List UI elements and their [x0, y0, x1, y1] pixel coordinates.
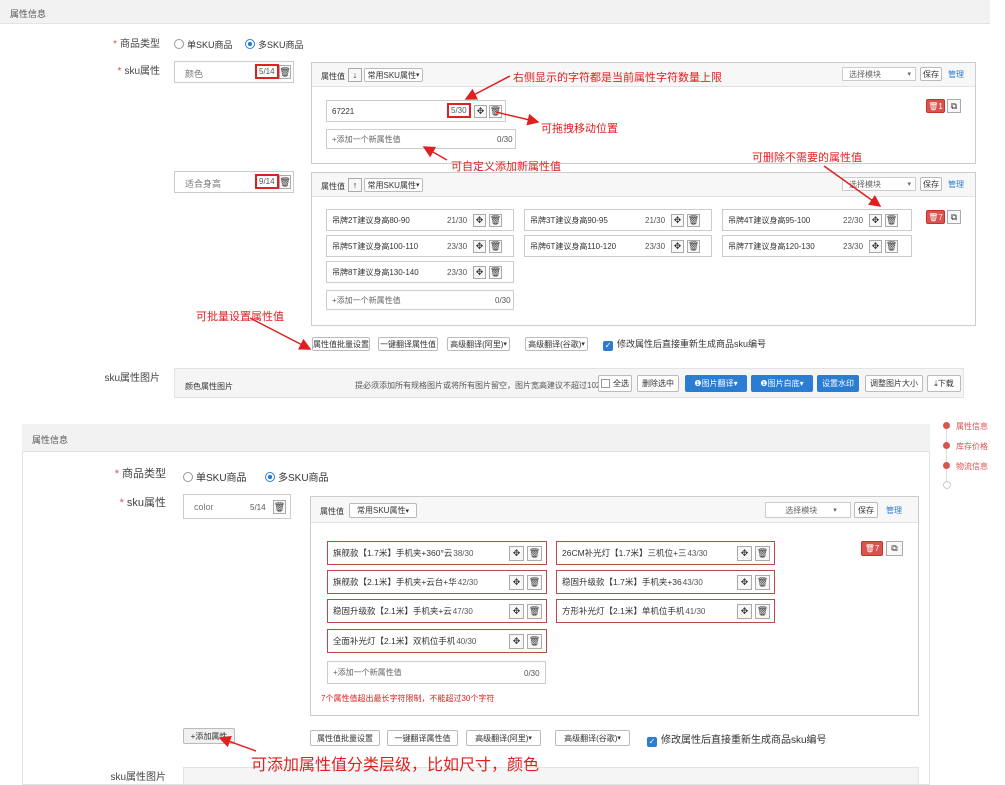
side-nav-item[interactable]: 物流信息	[943, 461, 988, 472]
screenshot-divider	[0, 400, 1005, 412]
bottom-screenshot: 属性信息 * 商品类型 单SKU商品 多SKU商品 * sku属性 color 5/…	[0, 412, 1005, 785]
annotation-arrows	[249, 75, 882, 350]
side-nav-item[interactable]: 属性信息	[943, 421, 988, 432]
annotation-arrow	[218, 735, 257, 752]
side-nav: 属性信息 库存价格 物流信息	[940, 418, 1005, 498]
side-nav-item[interactable]: 库存价格	[943, 441, 988, 452]
top-screenshot: 属性信息 * 商品类型 单SKU商品 多SKU商品 * sku属性 颜色 5/14 …	[0, 0, 990, 400]
